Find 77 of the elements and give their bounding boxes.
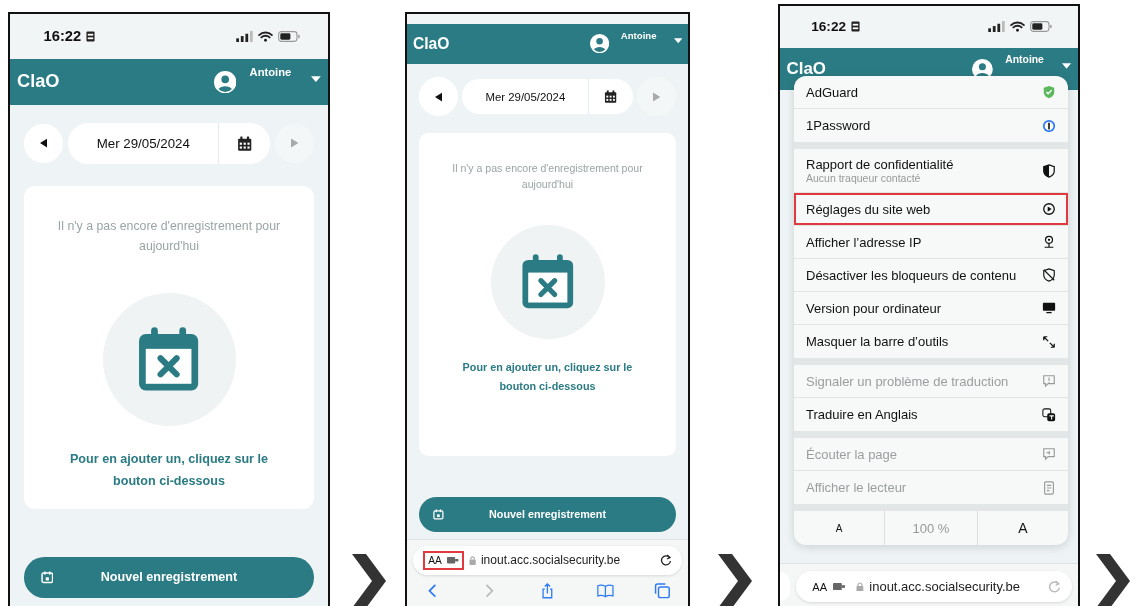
address-bar[interactable]: AA inout.acc.socialsecurity.be: [413, 546, 682, 575]
app-title: ClaO: [17, 71, 60, 93]
caret-icon[interactable]: [673, 38, 682, 44]
calendar-icon: [40, 571, 54, 584]
right-triangle-icon: [291, 138, 299, 149]
caret-icon[interactable]: [311, 75, 321, 82]
card-icon: [86, 30, 96, 42]
text-larger-button[interactable]: A: [976, 511, 1068, 545]
zoom-level: 100 %: [911, 519, 951, 538]
url-text[interactable]: inout.acc.socialsecurity.be: [480, 553, 656, 568]
date-text: Mer 29/05/2024: [484, 90, 567, 103]
extension-icon[interactable]: [447, 556, 459, 565]
hint-text: Pour en ajouter un, cliquez sur le bouton ci-dessous: [461, 359, 634, 394]
date-field[interactable]: Mer 29/05/2024: [68, 123, 270, 164]
menu-item[interactable]: Masquer la barre d’outils: [794, 325, 1068, 358]
extension-icon[interactable]: [832, 581, 846, 592]
app-title: ClaO: [413, 34, 450, 53]
settings-icon: [1042, 202, 1056, 216]
reload-icon[interactable]: [660, 554, 673, 567]
translate-icon: [1042, 407, 1056, 422]
speaker-bubble-icon: [1042, 447, 1056, 461]
empty-message: Il n'y a pas encore d'enregistrement pour aujourd'hui: [57, 217, 281, 255]
half-shield-icon: [1042, 163, 1056, 178]
status-time: 16:22: [811, 19, 847, 35]
menu-item[interactable]: Désactiver les bloqueurs de contenu: [794, 259, 1068, 292]
left-triangle-icon: [39, 138, 47, 149]
wifi-icon: [258, 30, 273, 42]
battery-icon: [1030, 21, 1052, 33]
user-name[interactable]: Antoine: [620, 29, 674, 41]
calendar-icon: [433, 509, 445, 520]
address-bar[interactable]: AA inout.acc.socialsecurity.be: [796, 570, 1072, 603]
calendar-icon[interactable]: [236, 135, 253, 152]
location-pin-icon: [1042, 235, 1056, 249]
previous-day-button[interactable]: [24, 124, 63, 163]
previous-day-button[interactable]: [419, 77, 458, 116]
date-field[interactable]: Mer 29/05/2024: [462, 79, 633, 114]
menu-item[interactable]: AdGuard: [794, 76, 1068, 109]
signal-icon: [236, 30, 253, 42]
url-text[interactable]: inout.acc.socialsecurity.be: [869, 579, 1043, 594]
new-record-button[interactable]: Nouvel enregistrement: [419, 497, 676, 532]
menu-item[interactable]: Traduire en Anglais: [794, 398, 1068, 431]
menu-item[interactable]: Afficher l’adresse IP: [794, 226, 1068, 259]
caret-icon[interactable]: [1062, 63, 1072, 70]
wifi-icon: [1010, 21, 1025, 33]
date-text: Mer 29/05/2024: [95, 135, 191, 151]
lock-icon: [468, 555, 477, 565]
calendar-icon[interactable]: [604, 90, 618, 104]
book-icon[interactable]: [596, 583, 614, 599]
new-record-button[interactable]: Nouvel enregistrement: [24, 557, 314, 598]
speech-bubble-icon: [1042, 374, 1056, 388]
text-size-button[interactable]: AA: [812, 580, 828, 593]
expand-arrows-icon: [1042, 334, 1056, 349]
monitor-icon: [1042, 301, 1056, 315]
menu-item[interactable]: Réglages du site web: [794, 193, 1068, 226]
card-icon: [851, 21, 861, 33]
document-icon: [1042, 480, 1056, 495]
avatar-icon[interactable]: [590, 34, 610, 54]
shield-check-icon: [1042, 85, 1056, 99]
text-size-button[interactable]: AA: [428, 554, 442, 566]
menu-item[interactable]: 1Password: [794, 109, 1068, 142]
shield-slash-icon: [1042, 268, 1056, 282]
lock-icon: [856, 581, 865, 592]
left-triangle-icon: [434, 91, 442, 102]
tabs-icon[interactable]: [654, 583, 672, 599]
battery-icon: [278, 30, 300, 42]
status-time: 16:22: [43, 28, 82, 45]
menu-item[interactable]: Version pour ordinateur: [794, 292, 1068, 325]
empty-message: Il n'y a pas encore d'enregistrement pour aujourd'hui: [451, 160, 644, 193]
avatar-icon[interactable]: [213, 70, 237, 94]
signal-icon: [988, 21, 1005, 33]
user-name[interactable]: Antoine: [1005, 53, 1063, 65]
menu-item[interactable]: Rapport de confidentialité Aucun traqueur contacté: [794, 149, 1068, 193]
ring-icon: [1042, 118, 1056, 133]
hint-text: Pour en ajouter un, cliquez sur le bouton ci-dessous: [68, 451, 269, 491]
right-triangle-icon: [653, 91, 661, 102]
user-name[interactable]: Antoine: [249, 65, 312, 78]
text-smaller-button[interactable]: A: [794, 511, 886, 545]
